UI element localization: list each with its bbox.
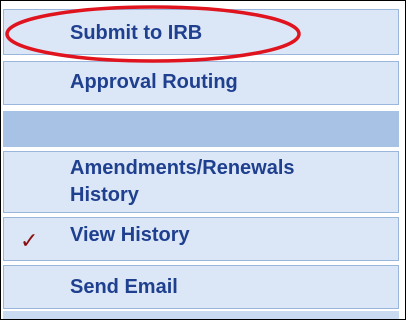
menu-item-label: Submit to IRB xyxy=(70,22,203,44)
menu-item-label-line2: History xyxy=(70,184,139,206)
menu-item-label: Approval Routing xyxy=(70,71,238,93)
menu-item-view-history[interactable]: ✓ View History xyxy=(3,217,399,261)
menu-item-label: Send Email xyxy=(70,276,178,298)
menu-bottom-strip xyxy=(3,311,399,319)
navigation-menu: Submit to IRB Approval Routing Amendment… xyxy=(0,0,406,320)
checkmark-icon: ✓ xyxy=(20,228,39,253)
menu-item-send-email[interactable]: Send Email xyxy=(3,265,399,309)
menu-item-label-line1: Amendments/Renewals xyxy=(70,157,295,179)
menu-item-submit-to-irb[interactable]: Submit to IRB xyxy=(3,9,399,55)
menu-item-label: View History xyxy=(70,224,190,246)
menu-separator xyxy=(3,111,399,147)
menu-item-amendments-renewals-history[interactable]: Amendments/Renewals History xyxy=(3,151,399,213)
menu-item-approval-routing[interactable]: Approval Routing xyxy=(3,61,399,105)
